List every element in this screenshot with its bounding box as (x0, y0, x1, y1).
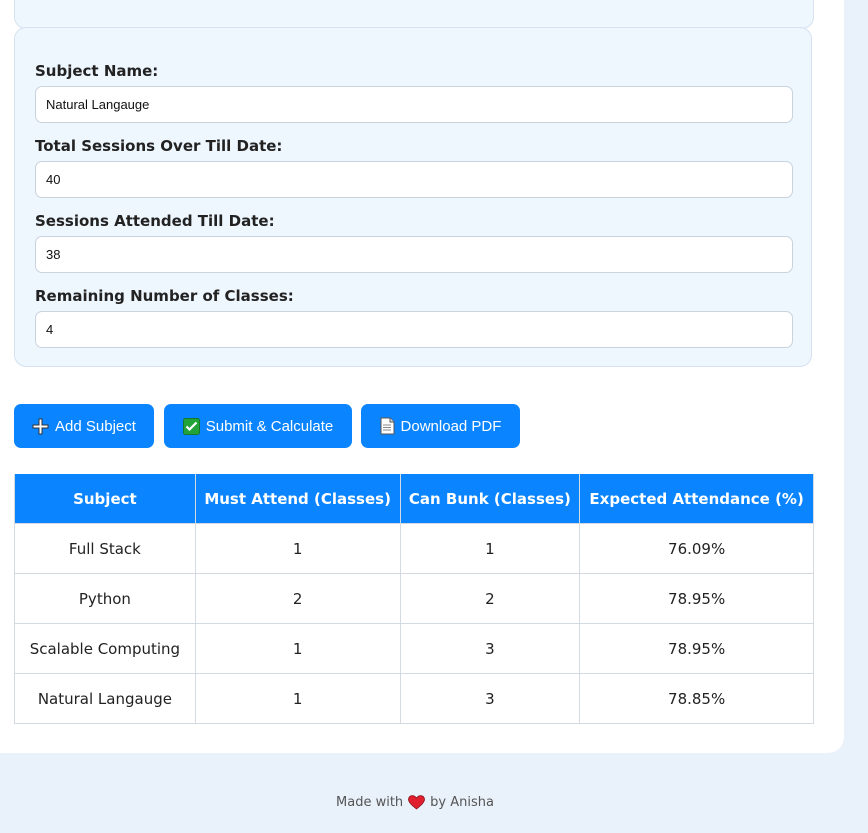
cell-subject: Scalable Computing (14, 623, 196, 674)
attended-sessions-label: Sessions Attended Till Date: (35, 212, 275, 230)
cell-must-attend: 2 (194, 573, 401, 624)
remaining-classes-input[interactable] (35, 311, 793, 348)
submit-calculate-button[interactable]: Submit & Calculate (164, 404, 352, 448)
cell-can-bunk: 1 (399, 523, 581, 574)
cell-can-bunk: 3 (399, 673, 581, 724)
cell-expected-attendance: 78.95% (579, 623, 814, 674)
cell-subject: Natural Langauge (14, 673, 196, 724)
header-subject: Subject (14, 474, 196, 524)
footer-suffix: by Anisha (430, 795, 494, 810)
cell-must-attend: 1 (194, 523, 401, 574)
remaining-classes-label: Remaining Number of Classes: (35, 287, 294, 305)
subject-name-label: Subject Name: (35, 62, 159, 80)
table-row: Natural Langauge 1 3 78.85% (14, 673, 814, 724)
total-sessions-label: Total Sessions Over Till Date: (35, 137, 283, 155)
results-table: Subject Must Attend (Classes) Can Bunk (… (14, 474, 814, 724)
document-icon (380, 417, 395, 435)
cell-must-attend: 1 (194, 623, 401, 674)
subject-name-input[interactable] (35, 86, 793, 123)
cell-can-bunk: 2 (399, 573, 581, 624)
download-pdf-button[interactable]: Download PDF (361, 404, 520, 448)
check-box-icon (182, 417, 200, 435)
add-subject-button[interactable]: Add Subject (14, 404, 154, 448)
cell-expected-attendance: 78.85% (579, 673, 814, 724)
previous-subject-box (14, 0, 814, 29)
table-row: Python 2 2 78.95% (14, 573, 814, 624)
cell-subject: Full Stack (14, 523, 196, 574)
cell-expected-attendance: 78.95% (579, 573, 814, 624)
table-row: Scalable Computing 1 3 78.95% (14, 623, 814, 674)
submit-calculate-label: Submit & Calculate (205, 417, 334, 435)
cell-subject: Python (14, 573, 196, 624)
subject-form: Subject Name: Total Sessions Over Till D… (14, 27, 812, 367)
cell-expected-attendance: 76.09% (579, 523, 814, 574)
download-pdf-label: Download PDF (400, 417, 502, 435)
header-can-bunk: Can Bunk (Classes) (399, 474, 581, 524)
table-header-row: Subject Must Attend (Classes) Can Bunk (… (14, 474, 814, 524)
cell-can-bunk: 3 (399, 623, 581, 674)
header-must-attend: Must Attend (Classes) (194, 474, 401, 524)
attended-sessions-input[interactable] (35, 236, 793, 273)
footer-prefix: Made with (336, 795, 404, 810)
cell-must-attend: 1 (194, 673, 401, 724)
header-expected-attendance: Expected Attendance (%) (579, 474, 814, 524)
plus-icon (32, 418, 49, 435)
heart-icon (408, 795, 426, 810)
add-subject-label: Add Subject (55, 417, 136, 435)
total-sessions-input[interactable] (35, 161, 793, 198)
table-row: Full Stack 1 1 76.09% (14, 523, 814, 574)
footer: Made with by Anisha (0, 795, 830, 810)
